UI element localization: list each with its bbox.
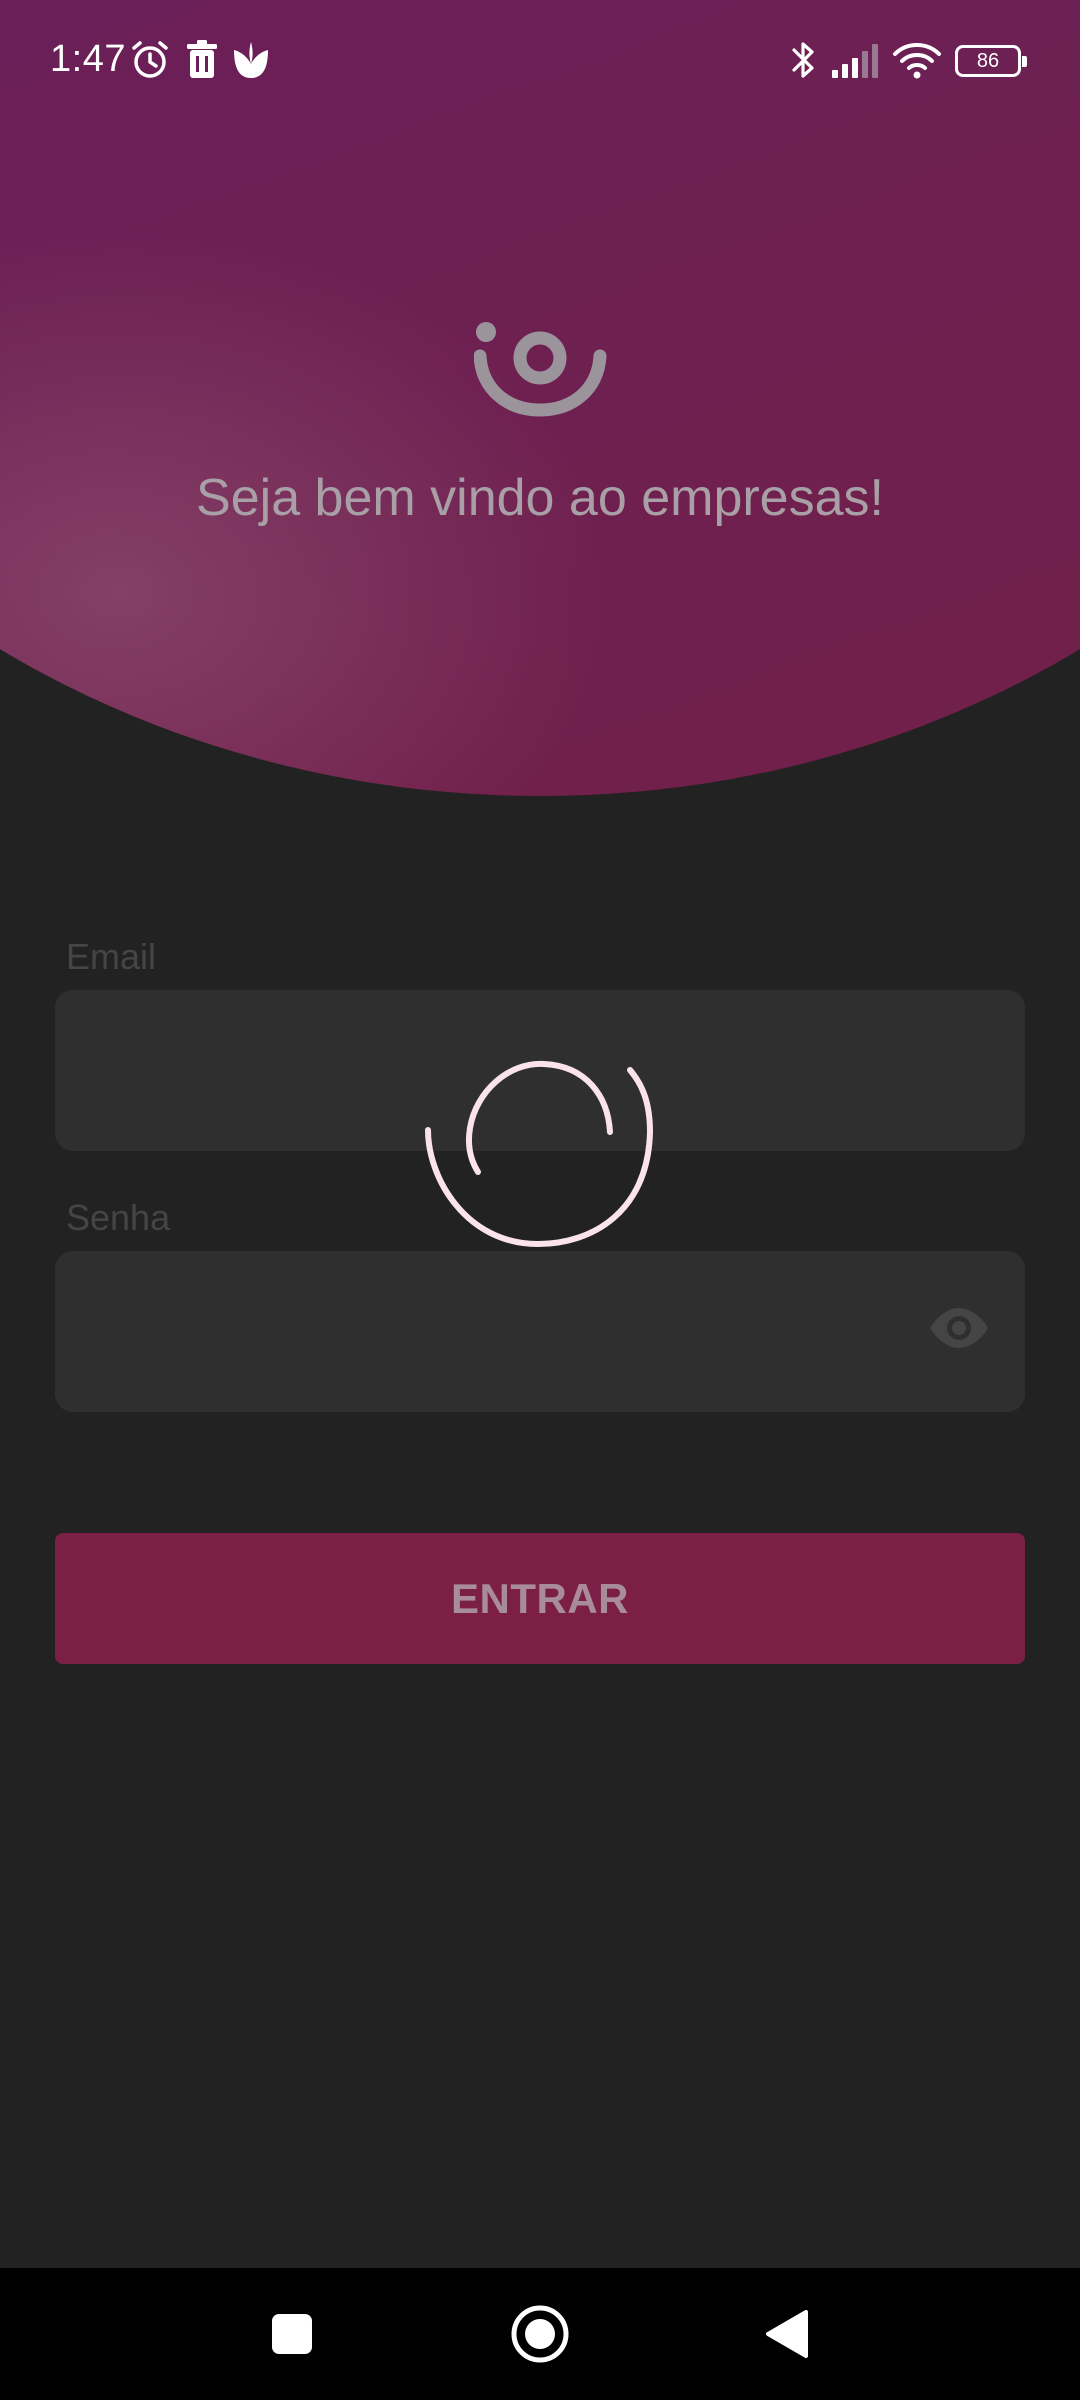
signal-icon: [832, 44, 878, 78]
password-label: Senha: [66, 1197, 171, 1238]
login-screen: 1:47 86 Seja bem vindo ao empresas! Emai…: [0, 0, 1080, 2400]
navigation-bar: [0, 2268, 1080, 2400]
app-logo: [474, 322, 607, 417]
recents-button[interactable]: [270, 2312, 314, 2356]
password-field[interactable]: [55, 1251, 1025, 1412]
bluetooth-icon: [792, 42, 814, 78]
enter-button[interactable]: ENTRAR: [55, 1533, 1025, 1664]
visibility-toggle-icon[interactable]: [928, 1306, 990, 1350]
leaf-icon: [234, 42, 268, 78]
back-button[interactable]: [762, 2308, 810, 2360]
trash-icon: [187, 40, 217, 78]
home-button[interactable]: [510, 2304, 570, 2364]
battery-level: 86: [976, 50, 1000, 72]
welcome-title: Seja bem vindo ao empresas!: [196, 469, 884, 527]
status-bar: 1:47 86: [0, 0, 1080, 120]
email-label: Email: [66, 936, 157, 977]
wifi-icon: [893, 43, 941, 79]
status-time: 1:47: [50, 38, 126, 80]
battery-icon: 86: [955, 45, 1027, 77]
alarm-icon: [132, 41, 168, 78]
loading-spinner: [425, 1060, 654, 1248]
